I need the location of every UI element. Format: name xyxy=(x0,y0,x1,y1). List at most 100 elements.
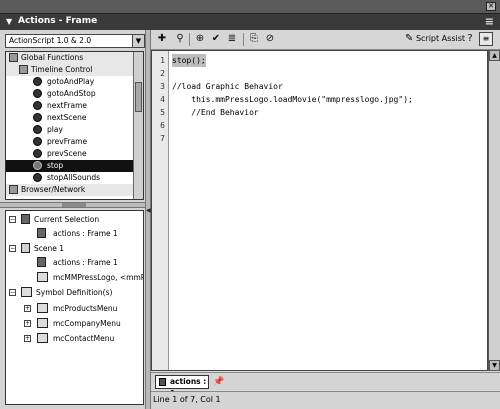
tab-actions-1[interactable]: actions : 1 xyxy=(155,375,209,398)
nav-label: mcContactMenu xyxy=(53,334,115,343)
toolbox-label: gotoAndStop xyxy=(47,89,96,98)
action-icon xyxy=(33,113,42,122)
line-number: 5 xyxy=(160,108,165,117)
line-number: 4 xyxy=(160,95,165,104)
toolbox-item-nextscene[interactable]: nextScene xyxy=(6,112,134,124)
frame-script-icon xyxy=(37,228,46,238)
action-icon xyxy=(33,89,42,98)
nav-label: Current Selection xyxy=(34,215,100,224)
book-open-icon xyxy=(9,53,18,62)
line-number: 6 xyxy=(160,121,165,130)
toolbox-item-gotoandplay[interactable]: gotoAndPlay xyxy=(6,76,134,88)
toolbox-scrollbar[interactable] xyxy=(133,52,143,199)
toolbar-separator xyxy=(243,33,244,46)
add-statement-icon[interactable]: ✚ xyxy=(155,32,169,46)
insert-target-path-icon[interactable]: ⊕ xyxy=(193,32,207,46)
collapse-left-icon[interactable]: ◀ xyxy=(146,207,151,214)
script-toolbar: ✚ ⚲ ⊕ ✔ ≣ ⎘ ⊘ ✎ Script Assist ? ≡ xyxy=(151,30,500,50)
movie-clip-icon xyxy=(37,333,48,343)
nav-current-selection[interactable]: − Current Selection xyxy=(9,213,143,226)
check-syntax-icon[interactable]: ✔ xyxy=(209,32,223,46)
action-icon xyxy=(33,173,42,182)
toolbox-label: Timeline Control xyxy=(31,65,93,74)
toolbox-label: nextFrame xyxy=(47,101,87,110)
toolbox-item-stopallsounds[interactable]: stopAllSounds xyxy=(6,172,134,184)
actionscript-version-select[interactable]: ActionScript 1.0 & 2.0 ▼ xyxy=(5,34,145,48)
scrollbar-thumb[interactable] xyxy=(135,82,142,112)
code-line[interactable]: stop(); xyxy=(172,54,206,67)
toolbox-item-nextframe[interactable]: nextFrame xyxy=(6,100,134,112)
toolbox-item-play[interactable]: play xyxy=(6,124,134,136)
scroll-up-icon[interactable]: ▲ xyxy=(489,50,500,61)
toolbox-item-prevscene[interactable]: prevScene xyxy=(6,148,134,160)
toolbox-label: play xyxy=(47,125,63,134)
code-hint-icon[interactable]: ⎘ xyxy=(247,32,261,46)
nav-label: actions : Frame 1 xyxy=(53,229,118,238)
nav-current-actions-frame[interactable]: actions : Frame 1 xyxy=(9,227,143,240)
collapse-arrow-icon[interactable]: ▼ xyxy=(6,17,12,26)
frame-script-icon xyxy=(159,378,166,386)
pin-script-icon[interactable]: 📌 xyxy=(213,377,224,387)
editor-scrollbar[interactable]: ▲ ▼ xyxy=(488,50,500,371)
auto-format-icon[interactable]: ≣ xyxy=(225,32,239,46)
view-options-icon[interactable]: ≡ xyxy=(479,32,493,46)
action-icon xyxy=(33,125,42,134)
debug-options-icon[interactable]: ⊘ xyxy=(263,32,277,46)
find-icon[interactable]: ⚲ xyxy=(173,32,187,46)
action-icon xyxy=(33,149,42,158)
nav-label: mcMMPressLogo, <mmPr xyxy=(53,273,144,282)
help-icon[interactable]: ? xyxy=(463,32,477,46)
book-open-icon xyxy=(19,65,28,74)
toolbox-category-timeline-control[interactable]: Timeline Control xyxy=(6,64,134,76)
resize-grip-icon[interactable] xyxy=(62,203,86,207)
expand-icon[interactable]: + xyxy=(24,335,31,342)
expand-icon[interactable]: + xyxy=(24,305,31,312)
close-icon[interactable]: ✕ xyxy=(486,2,496,11)
toolbox-label: stop xyxy=(47,161,64,170)
action-icon xyxy=(33,77,42,86)
nav-label: Symbol Definition(s) xyxy=(36,288,113,297)
script-editor[interactable]: 1 2 3 4 5 6 7 stop(); //load Graphic Beh… xyxy=(151,50,488,371)
code-line[interactable]: //End Behavior xyxy=(172,106,258,119)
collapse-icon[interactable]: − xyxy=(9,245,16,252)
nav-mccompanymenu[interactable]: + mcCompanyMenu xyxy=(9,317,143,330)
script-assist-label: Script Assist xyxy=(415,34,466,43)
toolbox-item-prevframe[interactable]: prevFrame xyxy=(6,136,134,148)
script-navigator[interactable]: − Current Selection actions : Frame 1 − … xyxy=(5,210,144,405)
nav-mcproductsmenu[interactable]: + mcProductsMenu xyxy=(9,302,143,315)
nav-scene-actions-frame[interactable]: actions : Frame 1 xyxy=(9,256,143,269)
line-number: 7 xyxy=(160,134,165,143)
line-number: 2 xyxy=(160,69,165,78)
nav-label: mcProductsMenu xyxy=(53,304,118,313)
panel-divider[interactable] xyxy=(0,202,149,208)
action-icon xyxy=(33,101,42,110)
frame-script-icon xyxy=(37,257,46,267)
script-assist-button[interactable]: ✎ Script Assist xyxy=(405,33,465,44)
selection-icon xyxy=(21,214,30,224)
code-line[interactable]: //load Graphic Behavior xyxy=(172,80,283,93)
toolbox-label: Browser/Network xyxy=(21,185,86,194)
toolbox-item-stop[interactable]: stop xyxy=(6,160,134,172)
toolbox-label: prevFrame xyxy=(47,137,88,146)
code-line[interactable]: this.mmPressLogo.loadMovie("mmpresslogo.… xyxy=(172,93,413,106)
panel-menu-icon[interactable]: ≡ xyxy=(485,15,494,28)
nav-symbol-definitions[interactable]: − Symbol Definition(s) xyxy=(9,286,143,299)
actions-toolbox[interactable]: Global Functions Timeline Control gotoAn… xyxy=(5,51,144,200)
toolbox-label: gotoAndPlay xyxy=(47,77,95,86)
toolbox-item-gotoandstop[interactable]: gotoAndStop xyxy=(6,88,134,100)
collapse-icon[interactable]: − xyxy=(9,289,16,296)
nav-scene-1[interactable]: − Scene 1 xyxy=(9,242,143,255)
toolbox-category-browser-network[interactable]: Browser/Network xyxy=(6,184,134,196)
movie-clip-icon xyxy=(37,272,48,282)
nav-mcmmpresslogo[interactable]: mcMMPressLogo, <mmPr xyxy=(9,271,143,284)
chevron-down-icon[interactable]: ▼ xyxy=(132,35,144,47)
nav-mccontactmenu[interactable]: + mcContactMenu xyxy=(9,332,143,345)
scroll-down-icon[interactable]: ▼ xyxy=(489,360,500,371)
actions-panel-header[interactable]: ▼ Actions - Frame ≡ xyxy=(0,14,500,30)
expand-icon[interactable]: + xyxy=(24,320,31,327)
collapse-icon[interactable]: − xyxy=(9,216,16,223)
line-number-gutter: 1 2 3 4 5 6 7 xyxy=(152,51,169,370)
window-titlebar: ✕ xyxy=(0,0,500,14)
toolbox-category-global-functions[interactable]: Global Functions xyxy=(6,52,134,64)
nav-label: mcCompanyMenu xyxy=(53,319,121,328)
